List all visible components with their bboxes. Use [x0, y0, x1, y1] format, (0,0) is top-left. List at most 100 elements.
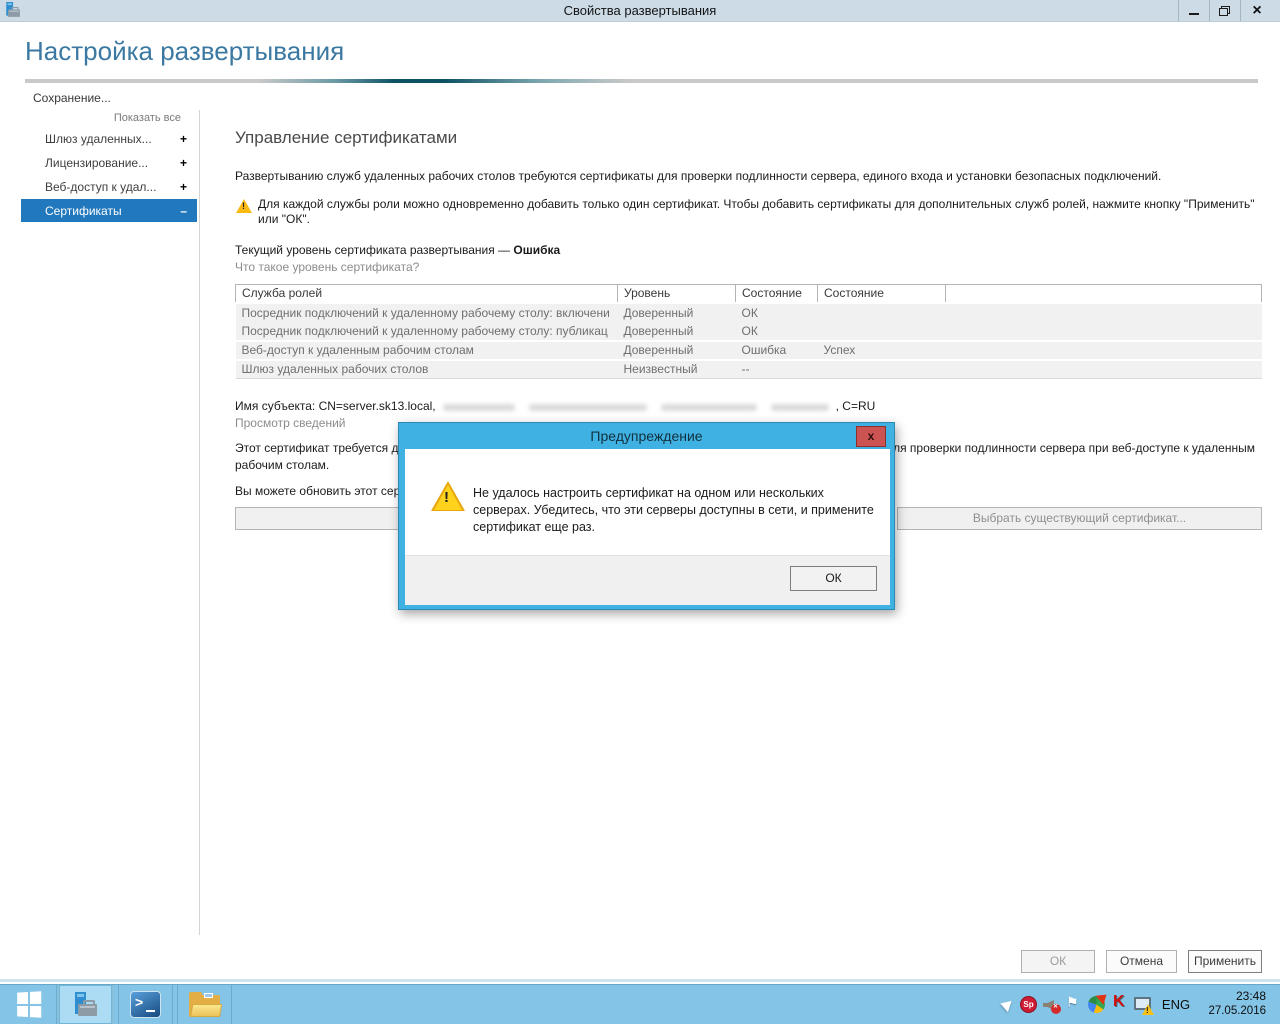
col-header-state-2[interactable]: Состояние — [818, 285, 946, 303]
close-icon: × — [1252, 2, 1261, 20]
cell-extra — [946, 360, 1262, 379]
sidebar-item-label: Веб-доступ к удал... — [45, 180, 180, 194]
cert-required-left: Этот сертификат требуется дл — [235, 441, 406, 455]
view-details-link[interactable]: Просмотр сведений — [235, 416, 346, 430]
table-row[interactable]: Посредник подключений к удаленному рабоч… — [236, 322, 1262, 341]
warning-triangle-icon — [431, 481, 465, 511]
col-header-empty[interactable] — [946, 285, 1262, 303]
subject-prefix: Имя субъекта: CN=server.sk13.local, — [235, 399, 436, 413]
date-text: 27.05.2016 — [1196, 1004, 1266, 1019]
intro-text: Развертыванию служб удаленных рабочих ст… — [235, 169, 1161, 183]
cell-extra — [946, 322, 1262, 341]
dialog-title: Предупреждение — [399, 423, 894, 449]
dialog-ok-button[interactable]: ОК — [790, 566, 877, 591]
create-certificate-button[interactable] — [235, 507, 403, 530]
clock[interactable]: 23:48 27.05.2016 — [1196, 988, 1266, 1019]
kaspersky-tray-icon[interactable]: K — [1113, 993, 1125, 1011]
expand-icon[interactable]: + — [180, 180, 187, 194]
cell-state2 — [818, 322, 946, 341]
col-header-level[interactable]: Уровень — [618, 285, 736, 303]
dialog-body: Не удалось настроить сертификат на одном… — [405, 449, 890, 605]
cell-state1: ОК — [736, 322, 818, 341]
powershell-icon — [130, 991, 161, 1018]
network-warning-icon[interactable] — [1134, 997, 1152, 1013]
minimize-icon — [1189, 13, 1199, 15]
redacted-text — [529, 404, 647, 411]
dialog-close-button[interactable]: x — [856, 426, 886, 447]
dialog-message-line2: серверах. Убедитесь, что эти серверы дос… — [473, 502, 903, 519]
cert-required-line2: рабочим столам. — [235, 458, 329, 472]
show-hidden-icons-button[interactable] — [998, 998, 1011, 1013]
spybot-tray-icon[interactable]: Sp — [1020, 996, 1037, 1013]
sidebar-divider — [199, 110, 200, 935]
sidebar-item-rd-web-access[interactable]: Веб-доступ к удал... + — [21, 175, 197, 198]
cell-role: Веб-доступ к удаленным рабочим столам — [236, 341, 618, 360]
cell-state2: Успех — [818, 341, 946, 360]
table-header-row: Служба ролей Уровень Состояние Состояние — [236, 285, 1262, 303]
taskbar-powershell-button[interactable] — [118, 985, 173, 1024]
header-accent-bar — [25, 79, 1258, 83]
show-all-link[interactable]: Показать все — [60, 112, 181, 124]
dialog-message-line3: сертификат еще раз. — [473, 519, 903, 536]
close-button[interactable]: × — [1240, 0, 1273, 21]
minimize-button[interactable] — [1178, 0, 1208, 21]
role-warning-line1: Для каждой службы роли можно одновременн… — [258, 197, 1254, 212]
role-warning-line2: или "ОК". — [258, 212, 1254, 227]
renew-text: Вы можете обновить этот сер — [235, 484, 400, 498]
cell-state1: -- — [736, 360, 818, 379]
expand-icon[interactable]: + — [180, 132, 187, 146]
restore-button[interactable] — [1209, 0, 1239, 21]
window-title: Свойства развертывания — [0, 0, 1280, 22]
select-existing-certificate-button[interactable]: Выбрать существующий сертификат... — [897, 507, 1262, 530]
sidebar-item-label: Сертификаты — [45, 204, 180, 218]
ok-button[interactable]: ОК — [1021, 950, 1095, 973]
table-row[interactable]: Веб-доступ к удаленным рабочим столам До… — [236, 341, 1262, 360]
cell-level: Доверенный — [618, 341, 736, 360]
server-manager-icon — [73, 992, 99, 1018]
cell-role: Шлюз удаленных рабочих столов — [236, 360, 618, 379]
cell-state1: ОК — [736, 303, 818, 322]
table-row[interactable]: Шлюз удаленных рабочих столов Неизвестны… — [236, 360, 1262, 379]
network-warning-badge — [1142, 1004, 1154, 1015]
cancel-button[interactable]: Отмена — [1106, 950, 1177, 973]
cell-extra — [946, 341, 1262, 360]
sidebar-item-licensing[interactable]: Лицензирование... + — [21, 151, 197, 174]
taskbar: Sp ⚑ K ENG 23:48 27.05.2016 — [0, 984, 1280, 1024]
language-indicator[interactable]: ENG — [1158, 997, 1194, 1012]
file-explorer-icon — [189, 992, 220, 1017]
collapse-icon[interactable]: – — [180, 204, 187, 218]
cell-level: Неизвестный — [618, 360, 736, 379]
cell-state2 — [818, 303, 946, 322]
cell-state2 — [818, 360, 946, 379]
sidebar-item-certificates[interactable]: Сертификаты – — [21, 199, 197, 222]
certificate-level-line: Текущий уровень сертификата развертывани… — [235, 243, 560, 257]
save-status-text: Сохранение... — [33, 91, 111, 105]
apply-button[interactable]: Применить — [1188, 950, 1262, 973]
col-header-role-service[interactable]: Служба ролей — [236, 285, 618, 303]
col-header-state-1[interactable]: Состояние — [736, 285, 818, 303]
dialog-message: Не удалось настроить сертификат на одном… — [473, 485, 903, 536]
warning-triangle-icon — [236, 199, 252, 213]
cert-required-right: ля проверки подлинности сервера при веб-… — [893, 441, 1255, 455]
sidebar-item-label: Шлюз удаленных... — [45, 132, 180, 146]
dialog-message-line1: Не удалось настроить сертификат на одном… — [473, 485, 903, 502]
action-center-flag-icon[interactable]: ⚑ — [1066, 994, 1079, 1011]
subject-name-line: Имя субъекта: CN=server.sk13.local, , C=R… — [235, 399, 875, 413]
table-row[interactable]: Посредник подключений к удаленному рабоч… — [236, 303, 1262, 322]
volume-muted-icon[interactable] — [1043, 997, 1059, 1013]
mute-badge — [1051, 1004, 1061, 1014]
cell-level: Доверенный — [618, 303, 736, 322]
what-is-level-link[interactable]: Что такое уровень сертификата? — [235, 260, 419, 274]
taskbar-file-explorer-button[interactable] — [177, 985, 232, 1024]
redacted-text — [661, 404, 757, 411]
cell-role: Посредник подключений к удаленному рабоч… — [236, 322, 618, 341]
cell-level: Доверенный — [618, 322, 736, 341]
cell-extra — [946, 303, 1262, 322]
updater-tray-icon[interactable] — [1088, 996, 1105, 1013]
expand-icon[interactable]: + — [180, 156, 187, 170]
window-bottom-edge — [0, 979, 1280, 982]
taskbar-server-manager-button[interactable] — [58, 985, 113, 1024]
sidebar-item-rd-gateway[interactable]: Шлюз удаленных... + — [21, 127, 197, 150]
subject-suffix: , C=RU — [836, 399, 876, 413]
start-button[interactable] — [0, 985, 57, 1024]
